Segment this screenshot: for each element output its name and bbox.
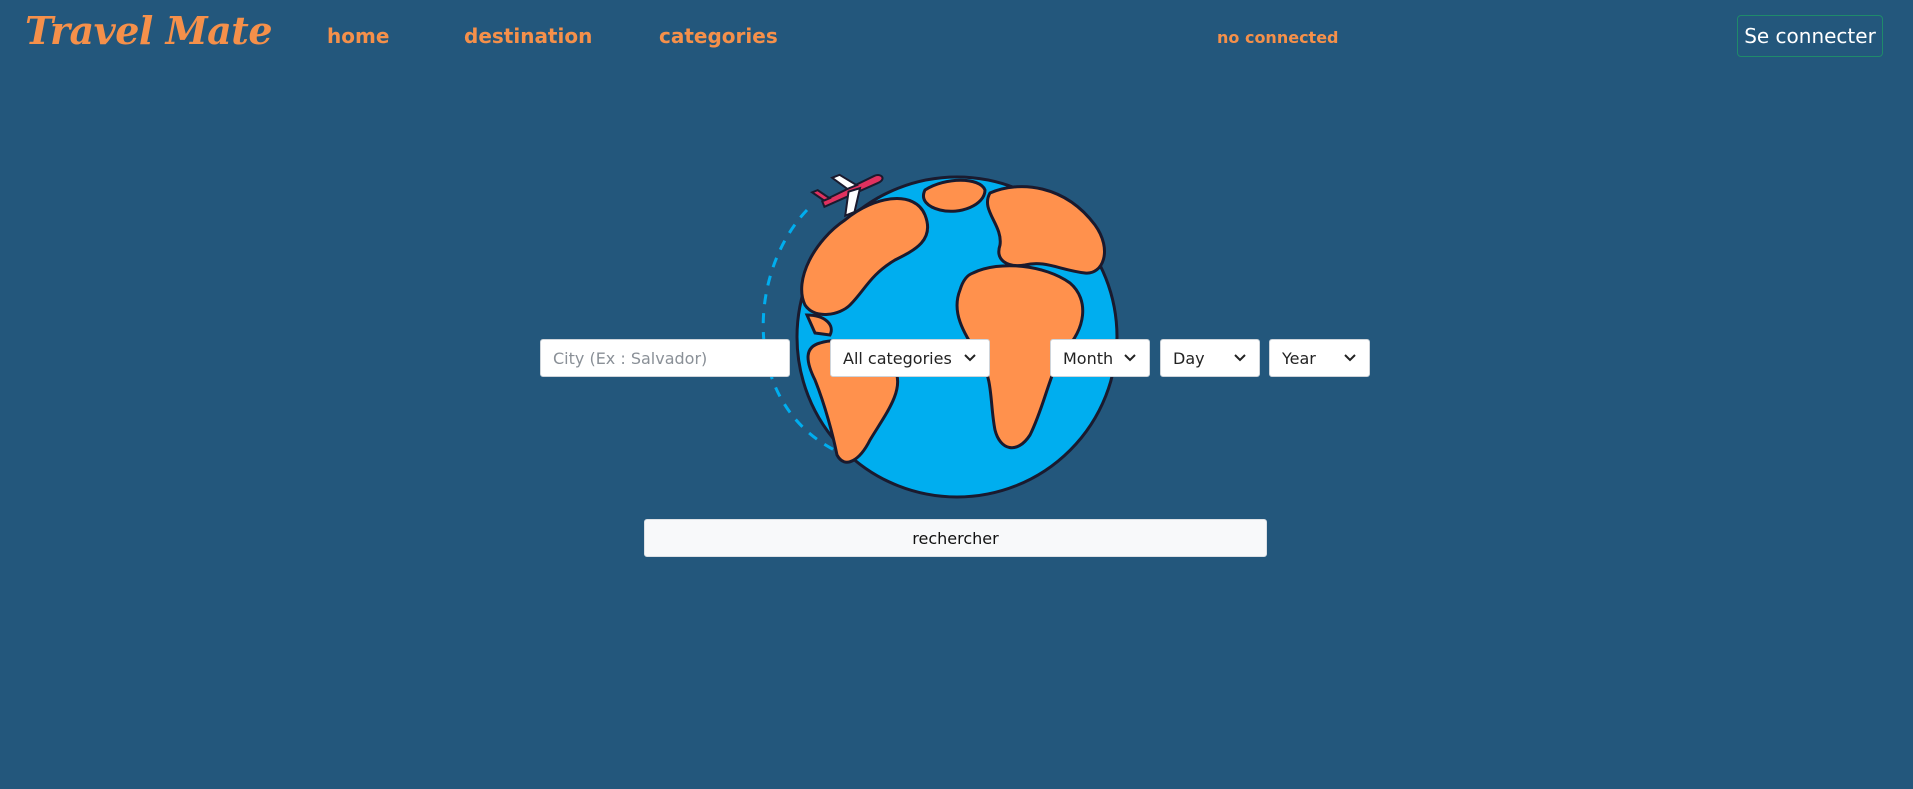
chevron-down-icon: [1344, 354, 1356, 362]
year-select[interactable]: Year: [1269, 339, 1370, 377]
day-select[interactable]: Day: [1160, 339, 1260, 377]
connection-status: no connected: [1217, 28, 1339, 47]
nav-link-categories[interactable]: categories: [659, 24, 778, 48]
category-select[interactable]: All categories: [830, 339, 990, 377]
nav-link-destination[interactable]: destination: [464, 24, 592, 48]
chevron-down-icon: [1234, 354, 1246, 362]
day-select-value: Day: [1173, 348, 1205, 368]
login-button[interactable]: Se connecter: [1737, 15, 1883, 57]
chevron-down-icon: [1124, 354, 1136, 362]
chevron-down-icon: [964, 354, 976, 362]
category-select-value: All categories: [843, 348, 952, 368]
nav-link-home[interactable]: home: [327, 24, 389, 48]
brand-logo[interactable]: Travel Mate: [25, 8, 273, 53]
city-input[interactable]: [540, 339, 790, 377]
month-select[interactable]: Month: [1050, 339, 1150, 377]
month-select-value: Month: [1063, 348, 1114, 368]
year-select-value: Year: [1282, 348, 1316, 368]
globe-illustration: [761, 173, 1119, 499]
navbar: Travel Mate home destination categories …: [0, 0, 1913, 75]
search-button[interactable]: rechercher: [644, 519, 1267, 557]
